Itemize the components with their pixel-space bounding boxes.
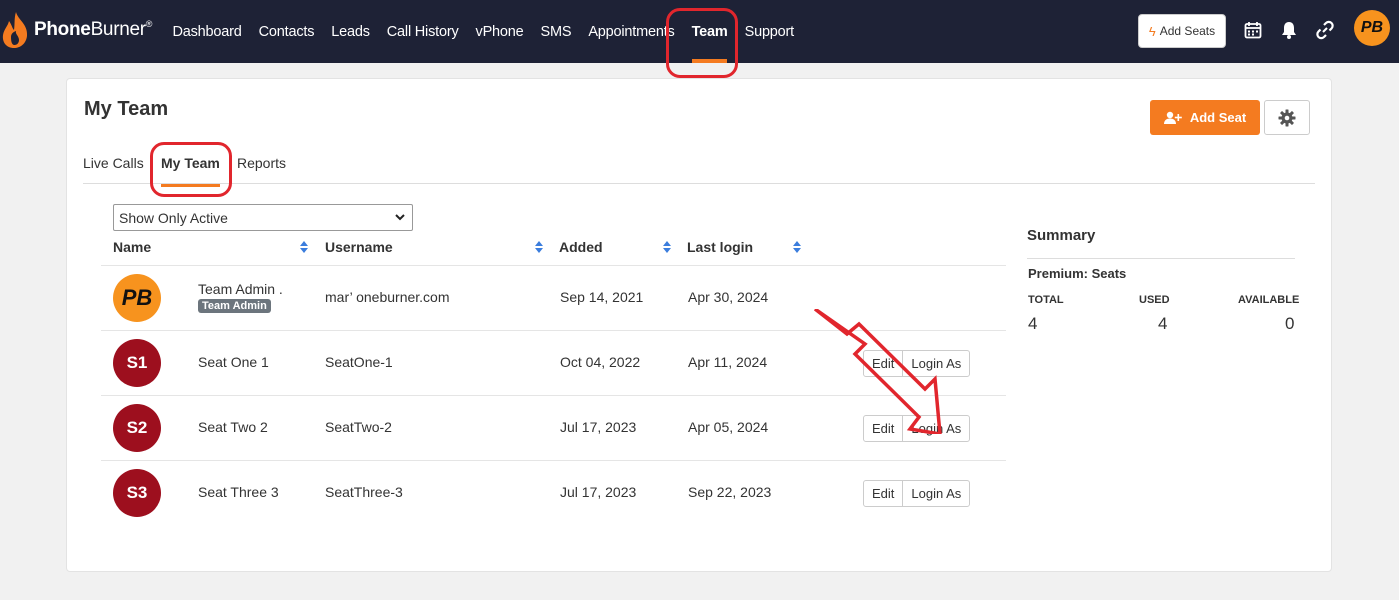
table-row: S3 Seat Three 3 SeatThree-3 Jul 17, 2023… (101, 460, 1006, 525)
tabs: Live Calls My Team Reports (83, 151, 1315, 187)
lightning-icon: ϟ (1148, 23, 1156, 39)
member-username: mar’ oneburner.com (325, 289, 450, 305)
summary-total-label: TOTAL (1028, 294, 1064, 306)
summary-subtitle: Premium: Seats (1028, 266, 1127, 281)
row-actions: Edit Login As (863, 480, 971, 507)
sort-icon[interactable] (300, 241, 308, 253)
nav-item-contacts[interactable]: Contacts (250, 0, 323, 63)
bell-icon[interactable] (1277, 18, 1301, 42)
page-title: My Team (84, 98, 169, 120)
main-nav: Dashboard Contacts Leads Call History vPhone… (164, 0, 803, 63)
nav-item-leads[interactable]: Leads (323, 0, 379, 63)
column-header-username[interactable]: Username (325, 239, 393, 255)
login-as-button[interactable]: Login As (902, 351, 969, 376)
member-username: SeatThree-3 (325, 484, 403, 500)
tab-reports[interactable]: Reports (237, 155, 286, 184)
settings-button[interactable] (1264, 100, 1310, 135)
avatar: S2 (113, 404, 161, 452)
add-user-icon (1163, 111, 1182, 124)
summary-used-label: USED (1139, 294, 1170, 306)
summary-divider (1027, 258, 1295, 259)
sort-icon[interactable] (793, 241, 801, 253)
tab-live-calls[interactable]: Live Calls (83, 155, 144, 184)
row-actions: Edit Login As (863, 415, 971, 442)
nav-item-call-history[interactable]: Call History (378, 0, 467, 63)
member-added: Jul 17, 2023 (560, 484, 637, 500)
user-avatar[interactable]: PB (1354, 10, 1390, 46)
member-added: Sep 14, 2021 (560, 289, 644, 305)
table-row: S2 Seat Two 2 SeatTwo-2 Jul 17, 2023 Apr… (101, 395, 1006, 460)
avatar: S3 (113, 469, 161, 517)
edit-button[interactable]: Edit (864, 351, 902, 376)
member-last-login: Apr 11, 2024 (688, 354, 768, 370)
role-badge: Team Admin (198, 299, 271, 313)
summary-title: Summary (1027, 227, 1096, 244)
table-row: PB Team Admin . Team Admin mar’ oneburne… (101, 265, 1006, 330)
edit-button[interactable]: Edit (864, 481, 902, 506)
brand-name: PhoneBurner® (34, 19, 153, 40)
gear-icon (1278, 109, 1296, 126)
table-row: S1 Seat One 1 SeatOne-1 Oct 04, 2022 Apr… (101, 330, 1006, 395)
member-last-login: Apr 30, 2024 (688, 289, 769, 305)
nav-item-appointments[interactable]: Appointments (580, 0, 683, 63)
summary-total-value: 4 (1028, 314, 1038, 333)
top-navbar: PhoneBurner® Dashboard Contacts Leads Call … (0, 0, 1399, 63)
summary-used-value: 4 (1158, 314, 1168, 333)
summary-available-value: 0 (1285, 314, 1295, 333)
member-last-login: Apr 05, 2024 (688, 419, 769, 435)
sort-icon[interactable] (663, 241, 671, 253)
nav-item-vphone[interactable]: vPhone (467, 0, 532, 63)
column-header-added[interactable]: Added (559, 239, 603, 255)
calendar-icon[interactable] (1241, 18, 1265, 42)
member-name: Team Admin . (198, 281, 283, 297)
add-seat-button[interactable]: Add Seat (1150, 100, 1260, 135)
edit-button[interactable]: Edit (864, 416, 902, 441)
team-card: My Team Add Seat Live Calls My Team Repo… (66, 78, 1332, 572)
nav-item-support[interactable]: Support (736, 0, 802, 63)
active-filter-select[interactable]: Show Only Active (113, 204, 413, 231)
nav-item-sms[interactable]: SMS (532, 0, 580, 63)
member-name: Seat One 1 (198, 354, 269, 370)
member-last-login: Sep 22, 2023 (688, 484, 772, 500)
member-username: SeatOne-1 (325, 354, 393, 370)
sort-icon[interactable] (535, 241, 543, 253)
flame-logo-icon (2, 12, 28, 48)
chevron-down-icon (395, 214, 405, 221)
member-added: Oct 04, 2022 (560, 354, 641, 370)
link-icon[interactable] (1313, 18, 1337, 42)
column-header-name[interactable]: Name (113, 239, 151, 255)
column-header-last-login[interactable]: Last login (687, 239, 753, 255)
row-actions: Edit Login As (863, 350, 971, 377)
member-username: SeatTwo-2 (325, 419, 392, 435)
member-name: Seat Two 2 (198, 419, 268, 435)
avatar: PB (113, 274, 161, 322)
login-as-button[interactable]: Login As (902, 481, 969, 506)
logo[interactable]: PhoneBurner® (0, 10, 152, 50)
tab-my-team[interactable]: My Team (161, 155, 220, 187)
nav-item-team[interactable]: Team (683, 0, 736, 63)
summary-available-label: AVAILABLE (1238, 294, 1300, 306)
member-added: Jul 17, 2023 (560, 419, 637, 435)
member-name: Seat Three 3 (198, 484, 279, 500)
add-seats-button[interactable]: ϟ Add Seats (1138, 14, 1226, 48)
nav-item-dashboard[interactable]: Dashboard (164, 0, 250, 63)
login-as-button[interactable]: Login As (902, 416, 969, 441)
avatar: S1 (113, 339, 161, 387)
